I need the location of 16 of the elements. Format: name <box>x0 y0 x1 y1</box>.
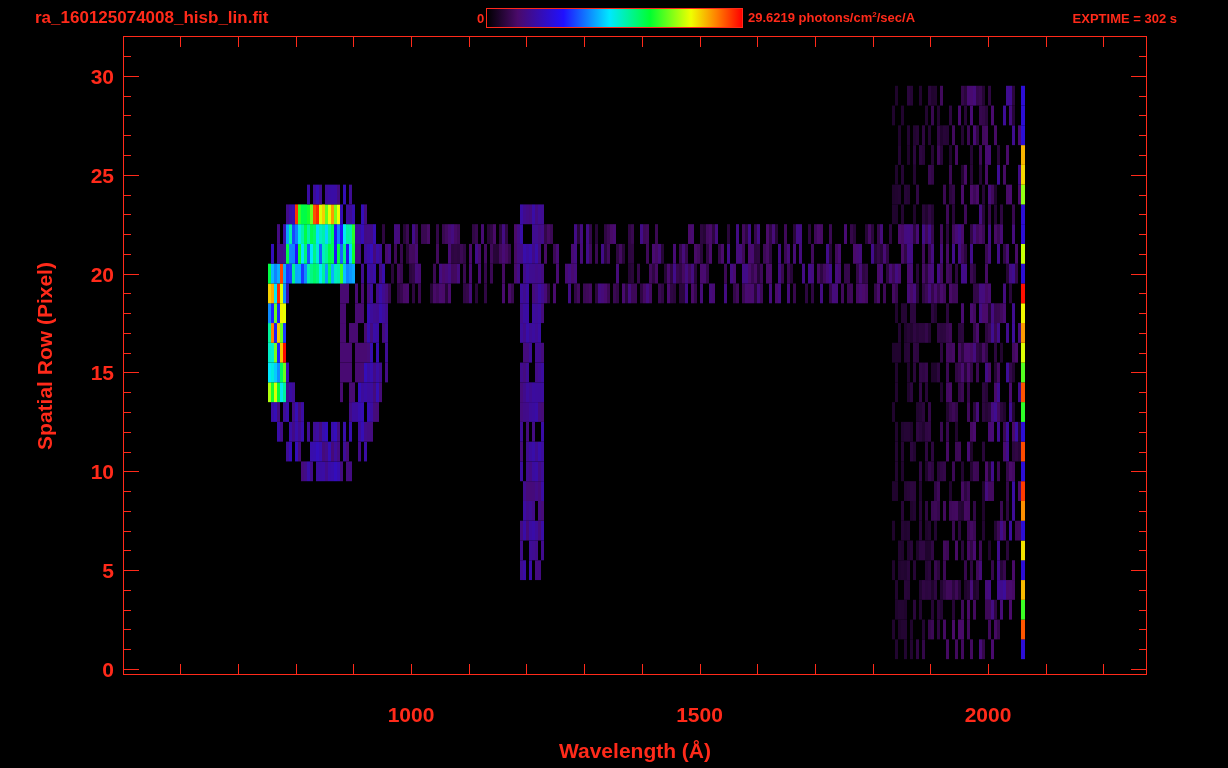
y-axis-title: Spatial Row (Pixel) <box>33 262 56 450</box>
colorbar-min-label: 0 <box>477 10 486 26</box>
x-axis-title: Wavelength (Å) <box>558 739 712 762</box>
y-tick-label: 5 <box>102 559 114 583</box>
y-tick-label: 20 <box>90 262 114 286</box>
exposure-time-label: EXPTIME = 302 s <box>1072 10 1177 26</box>
y-tick-label: 30 <box>90 64 114 88</box>
x-tick-label: 1000 <box>387 703 435 726</box>
colorbar-max-label: 29.6219 photons/cm$^{2}$/sec/A <box>748 10 916 26</box>
x-tick-label: 2000 <box>964 703 1012 726</box>
file-title: ra_160125074008_hisb_lin.fit <box>35 8 270 28</box>
y-tick-label: 15 <box>90 361 114 385</box>
y-tick-label: 0 <box>102 658 114 681</box>
x-tick-label: 1500 <box>676 703 723 726</box>
y-tick-label: 25 <box>90 163 114 187</box>
y-tick-label: 10 <box>90 460 114 484</box>
